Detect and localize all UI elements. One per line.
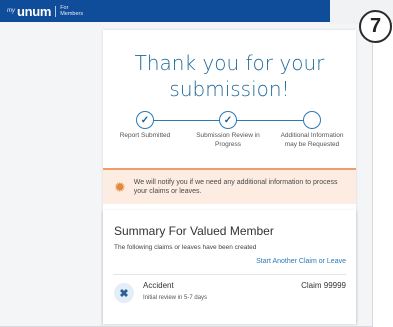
top-navigation-bar: my unum For Members [0,0,372,22]
summary-subtitle: The following claims or leaves have been… [114,244,257,251]
brand-logo[interactable]: unum [17,4,51,19]
claim-review-note: Initial review in 5-7 days [143,295,208,301]
step-1-label: Report Submitted [119,132,171,139]
app-frame: my unum For Members Thank you for your s… [0,0,373,327]
summary-card: Summary For Valued Member The following … [103,210,356,324]
notification-banner: ✹ We will notify you if we need any addi… [103,168,356,204]
brand-members: Members [60,11,84,17]
claim-number[interactable]: Claim 99999 [301,281,346,290]
title-line-1: Thank you for your [134,51,325,75]
step-2-label: Submission Review in Progress [196,132,260,148]
start-another-claim-link[interactable]: Start Another Claim or Leave [256,258,346,265]
summary-title: Summary For Valued Member [114,224,274,238]
brand-my: my [7,8,15,14]
confirmation-card: Thank you for your submission! ✓ ✓ Repor… [103,30,356,326]
brand-divider [55,5,57,17]
accident-icon: ✖ [114,283,134,303]
title-line-2: submission! [169,77,290,101]
page-title: Thank you for your submission! [103,50,356,102]
divider [113,274,346,275]
progress-line-pending [236,120,307,121]
step-3-label: Additional Information may be Requested [280,132,344,148]
step-1-check-icon: ✓ [136,111,154,129]
step-2-check-icon: ✓ [219,111,237,129]
step-3-pending-icon [303,111,321,129]
notice-text: We will notify you if we need any additi… [133,179,338,195]
brand-tagline: For Members [60,5,83,17]
sun-alert-icon: ✹ [114,178,126,195]
claim-type: Accident [143,281,174,290]
step-number-badge: 7 [359,10,392,43]
